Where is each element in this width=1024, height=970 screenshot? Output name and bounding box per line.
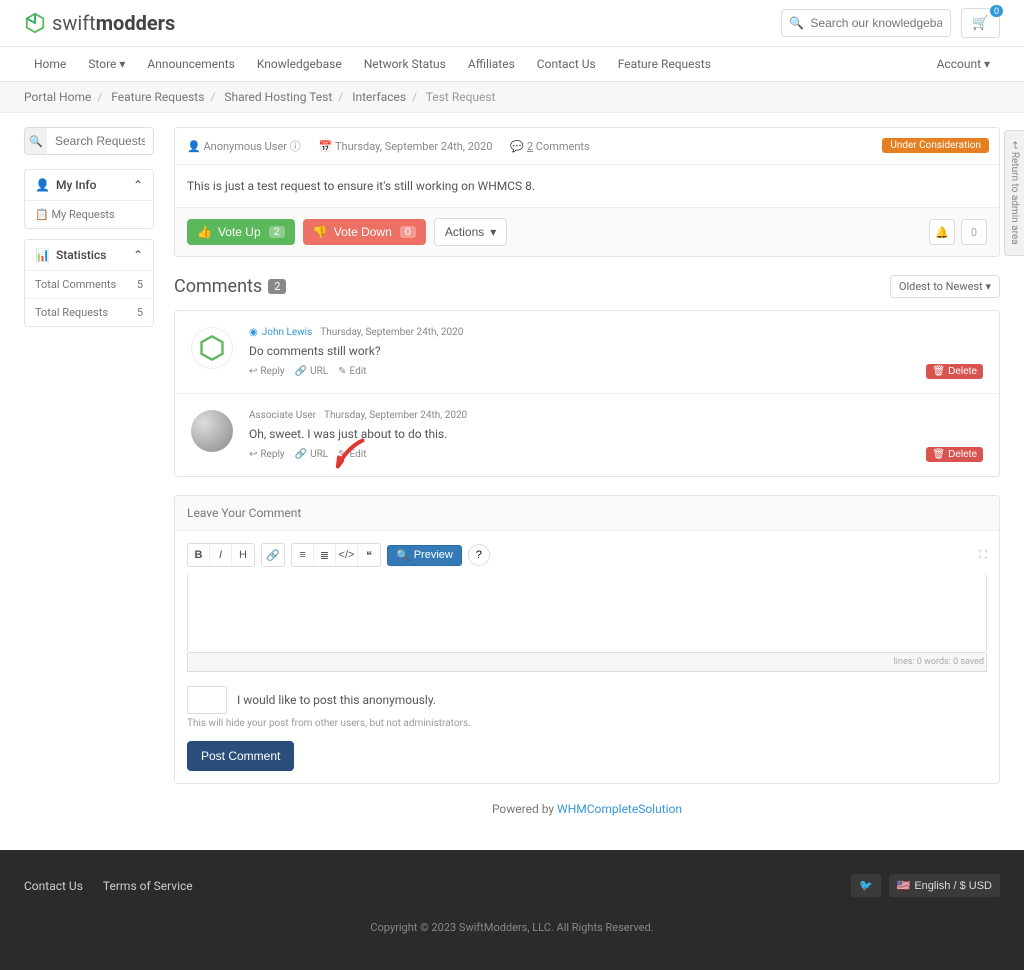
delete-button[interactable]: 🗑 Delete bbox=[926, 364, 983, 379]
heading-button[interactable]: H bbox=[232, 544, 254, 566]
search-icon: 🔍 bbox=[789, 16, 804, 30]
footer-link-terms[interactable]: Terms of Service bbox=[103, 879, 193, 893]
quote-button[interactable]: ❝ bbox=[358, 544, 380, 566]
comment-textarea[interactable] bbox=[187, 573, 987, 653]
comment-user[interactable]: Associate User bbox=[249, 410, 316, 421]
nav-account[interactable]: Account ▾ bbox=[927, 47, 1000, 81]
edit-button[interactable]: ✎ Edit bbox=[338, 366, 366, 377]
avatar bbox=[191, 327, 233, 369]
subscribe-count: 0 bbox=[961, 219, 987, 245]
sort-select[interactable]: Oldest to Newest ▾ bbox=[890, 275, 1000, 298]
anonymous-label: I would like to post this anonymously. bbox=[237, 693, 436, 707]
sidebar-search[interactable]: 🔍 bbox=[24, 127, 154, 155]
preview-button[interactable]: 🔍 Preview bbox=[387, 545, 462, 566]
user-icon: 👤 bbox=[35, 178, 50, 192]
link-button[interactable]: 🔗 bbox=[262, 544, 284, 566]
avatar bbox=[191, 410, 233, 452]
sidebar-search-input[interactable] bbox=[47, 128, 153, 154]
anonymous-help: This will hide your post from other user… bbox=[187, 718, 987, 729]
logo[interactable]: swiftmodders bbox=[24, 11, 175, 35]
nav-contact-us[interactable]: Contact Us bbox=[527, 47, 606, 81]
chevron-up-icon: ⌃ bbox=[133, 248, 143, 262]
powered-link[interactable]: WHMCompleteSolution bbox=[557, 802, 682, 816]
bold-button[interactable]: B bbox=[188, 544, 210, 566]
sidebar-item-total-requests[interactable]: Total Requests5 bbox=[25, 298, 153, 326]
url-button[interactable]: 🔗 URL bbox=[295, 449, 329, 460]
breadcrumb: Portal Home/ Feature Requests/ Shared Ho… bbox=[0, 82, 1024, 112]
comment-row: Associate User Thursday, September 24th, … bbox=[175, 394, 999, 476]
copyright: Copyright © 2023 SwiftModders, LLC. All … bbox=[24, 921, 1000, 934]
italic-button[interactable]: I bbox=[210, 544, 232, 566]
nav-affiliates[interactable]: Affiliates bbox=[458, 47, 525, 81]
panel-myinfo-header[interactable]: 👤My Info ⌃ bbox=[25, 170, 153, 201]
comment-text: Do comments still work? bbox=[249, 344, 983, 358]
list-ul-button[interactable]: ≡ bbox=[292, 544, 314, 566]
search-input[interactable] bbox=[781, 9, 951, 37]
reply-button[interactable]: ↩ Reply bbox=[249, 449, 285, 460]
post-comment-button[interactable]: Post Comment bbox=[187, 741, 294, 771]
request-author: 👤 Anonymous User ⓘ bbox=[187, 138, 301, 154]
expand-icon[interactable]: ⛶ bbox=[979, 548, 987, 562]
breadcrumb-item[interactable]: Interfaces bbox=[352, 90, 406, 104]
delete-button[interactable]: 🗑 Delete bbox=[926, 447, 983, 462]
vote-down-button[interactable]: 👎 Vote Down 0 bbox=[303, 219, 426, 245]
nav-knowledgebase[interactable]: Knowledgebase bbox=[247, 47, 352, 81]
nav-feature-requests[interactable]: Feature Requests bbox=[608, 47, 721, 81]
global-search[interactable]: 🔍 bbox=[781, 9, 951, 37]
nav-home[interactable]: Home bbox=[24, 47, 76, 81]
breadcrumb-item[interactable]: Shared Hosting Test bbox=[224, 90, 332, 104]
comments-count-badge: 2 bbox=[268, 279, 286, 294]
twitter-button[interactable]: 🐦 bbox=[851, 874, 881, 897]
comment-text: Oh, sweet. I was just about to do this. bbox=[249, 427, 983, 441]
status-badge: Under Consideration bbox=[882, 138, 989, 153]
nav-store[interactable]: Store ▾ bbox=[78, 47, 135, 81]
help-button[interactable]: ? bbox=[468, 544, 490, 566]
url-button[interactable]: 🔗 URL bbox=[295, 366, 329, 377]
nav-network-status[interactable]: Network Status bbox=[354, 47, 456, 81]
breadcrumb-current: Test Request bbox=[426, 90, 496, 104]
code-button[interactable]: </> bbox=[336, 544, 358, 566]
cart-button[interactable]: 🛒 0 bbox=[961, 8, 1000, 38]
sidebar-item-my-requests[interactable]: 📋 My Requests bbox=[25, 201, 153, 228]
nav-announcements[interactable]: Announcements bbox=[137, 47, 244, 81]
cart-badge: 0 bbox=[990, 5, 1003, 17]
sidebar-item-total-comments[interactable]: Total Comments5 bbox=[25, 271, 153, 298]
list-ol-button[interactable]: ≣ bbox=[314, 544, 336, 566]
comment-row: ◉ John Lewis Thursday, September 24th, 20… bbox=[175, 311, 999, 394]
powered-by: Powered by WHMCompleteSolution bbox=[174, 802, 1000, 816]
leave-comment-header: Leave Your Comment bbox=[175, 496, 999, 531]
footer-link-contact[interactable]: Contact Us bbox=[24, 879, 83, 893]
logo-text-2: modders bbox=[96, 11, 176, 35]
subscribe-button[interactable]: 🔔 bbox=[929, 219, 955, 245]
cart-icon: 🛒 bbox=[972, 15, 989, 30]
comments-title: Comments bbox=[174, 276, 262, 297]
request-comments-meta: 💬 2 Comments bbox=[510, 140, 589, 153]
comment-date: Thursday, September 24th, 2020 bbox=[324, 410, 467, 421]
language-button[interactable]: 🇺🇸 English / $ USD bbox=[889, 874, 1000, 897]
reply-button[interactable]: ↩ Reply bbox=[249, 366, 285, 377]
anonymous-toggle[interactable] bbox=[187, 686, 227, 714]
return-admin-tab[interactable]: ↩ Return to admin area bbox=[1004, 130, 1024, 256]
logo-text-1: swift bbox=[52, 11, 96, 35]
breadcrumb-item[interactable]: Portal Home bbox=[24, 90, 91, 104]
request-date: 📅 Thursday, September 24th, 2020 bbox=[319, 140, 493, 153]
vote-up-button[interactable]: 👍 Vote Up 2 bbox=[187, 219, 295, 245]
editor-stats: lines: 0 words: 0 saved bbox=[187, 653, 987, 672]
comment-date: Thursday, September 24th, 2020 bbox=[320, 327, 463, 338]
panel-stats-header[interactable]: 📊Statistics ⌃ bbox=[25, 240, 153, 271]
chart-icon: 📊 bbox=[35, 248, 50, 262]
request-body: This is just a test request to ensure it… bbox=[175, 165, 999, 207]
breadcrumb-item[interactable]: Feature Requests bbox=[111, 90, 204, 104]
actions-dropdown[interactable]: Actions ▾ bbox=[434, 218, 507, 246]
edit-button[interactable]: ✎ Edit bbox=[338, 449, 366, 460]
search-icon: 🔍 bbox=[25, 128, 47, 154]
chevron-up-icon: ⌃ bbox=[133, 178, 143, 192]
comment-user[interactable]: ◉ John Lewis bbox=[249, 327, 312, 338]
